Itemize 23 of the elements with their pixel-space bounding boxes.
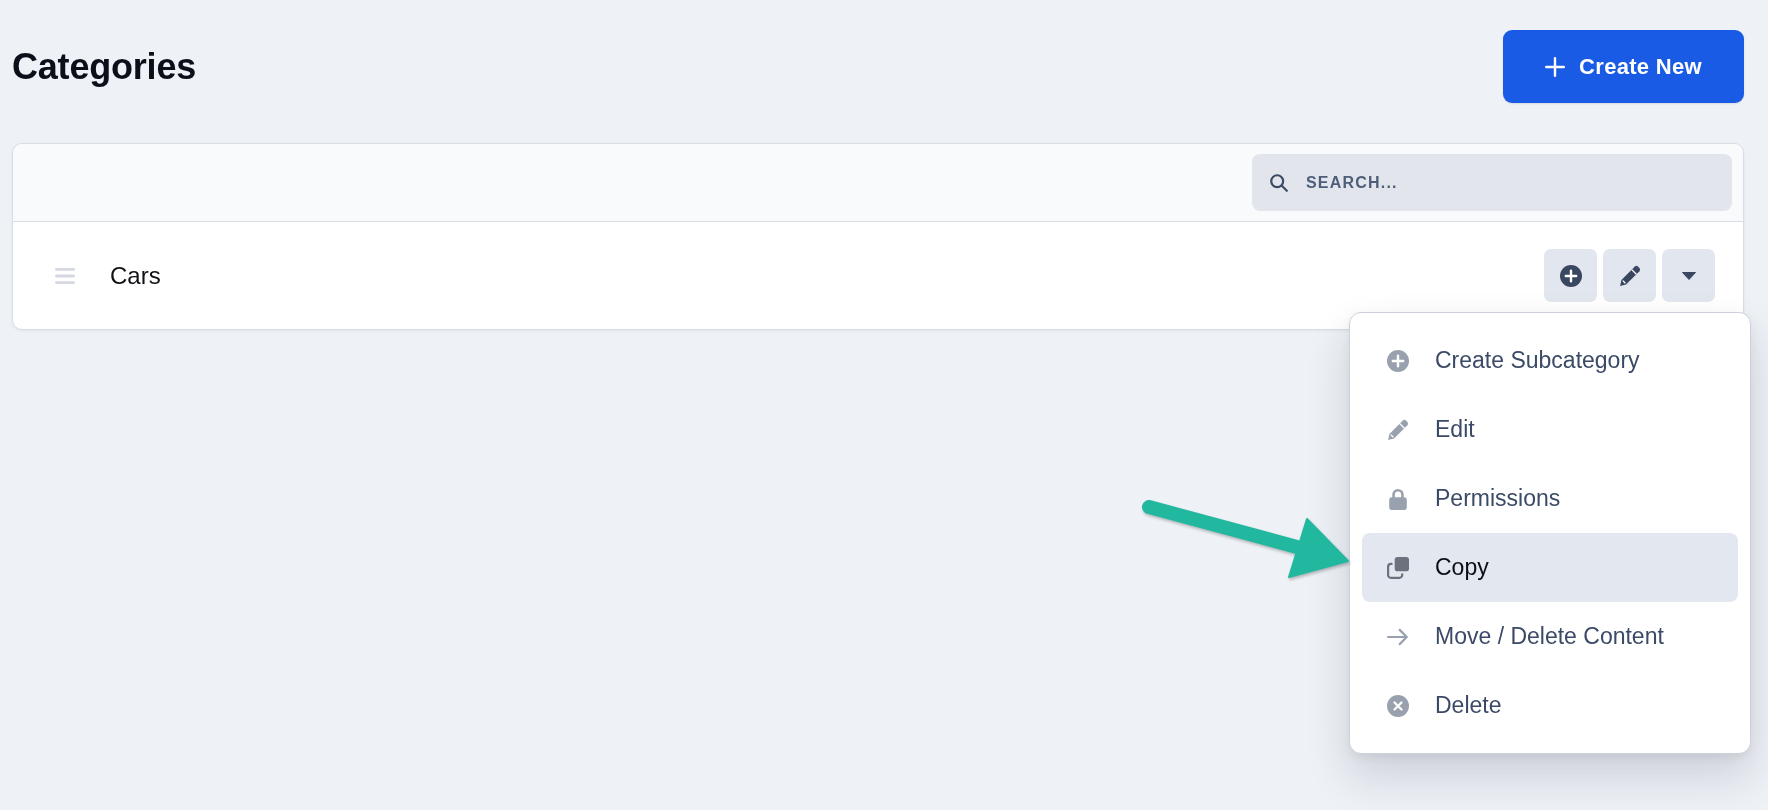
plus-circle-icon xyxy=(1387,349,1409,372)
pencil-icon xyxy=(1618,264,1641,287)
search-icon xyxy=(1270,174,1288,192)
search-field[interactable]: SEARCH... xyxy=(1252,154,1732,211)
menu-item[interactable]: Create Subcategory xyxy=(1362,326,1738,395)
menu-item[interactable]: Edit xyxy=(1362,395,1738,464)
menu-item[interactable]: Copy xyxy=(1362,533,1738,602)
category-name: Cars xyxy=(110,261,161,290)
plus-circle-icon xyxy=(1559,264,1582,287)
menu-item[interactable]: Move / Delete Content xyxy=(1362,602,1738,671)
caret-down-icon xyxy=(1681,271,1696,280)
plus-icon xyxy=(1545,56,1566,77)
page-title: Categories xyxy=(12,45,197,88)
add-subcategory-button[interactable] xyxy=(1544,249,1597,302)
x-circle-icon xyxy=(1387,694,1409,717)
menu-item[interactable]: Permissions xyxy=(1362,464,1738,533)
lock-icon xyxy=(1387,487,1409,510)
edit-button[interactable] xyxy=(1603,249,1656,302)
menu-item[interactable]: Delete xyxy=(1362,671,1738,740)
copy-icon xyxy=(1387,556,1409,579)
pencil-icon xyxy=(1387,418,1409,441)
create-new-button[interactable]: Create New xyxy=(1503,30,1744,103)
drag-handle-icon[interactable] xyxy=(55,267,75,284)
